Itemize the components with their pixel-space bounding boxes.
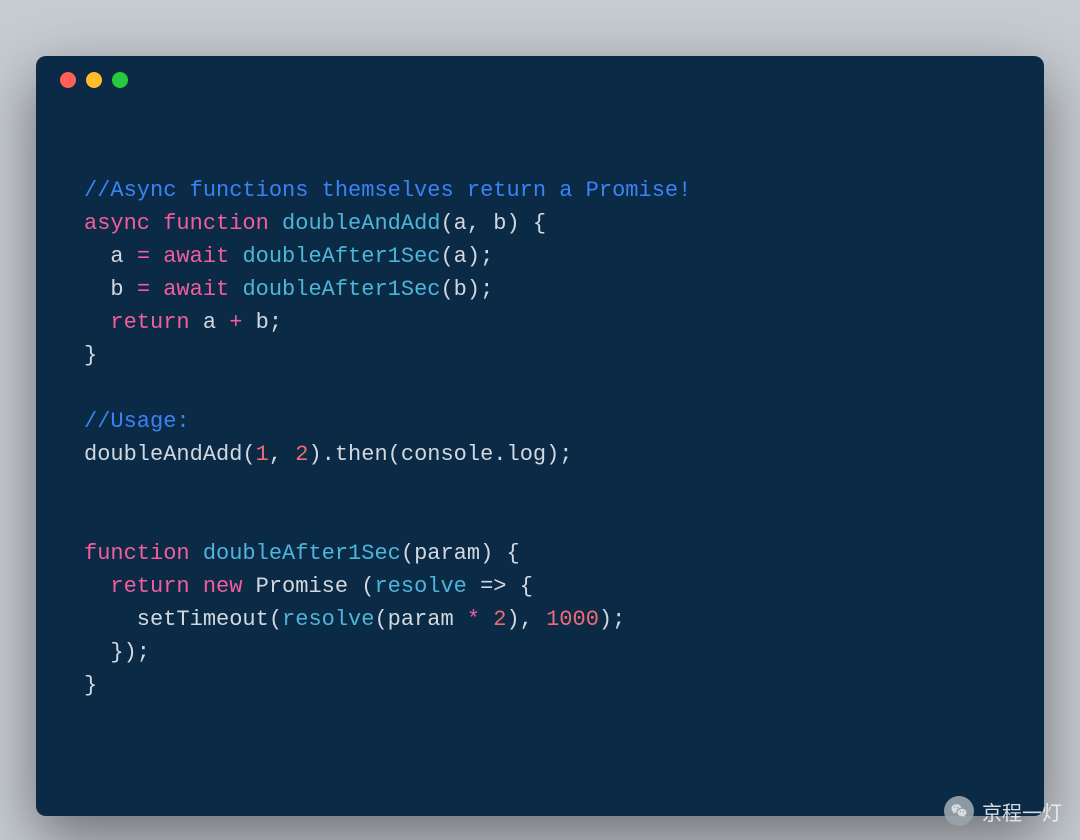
code-comment: //Usage: <box>84 409 190 434</box>
code-keyword: new <box>203 574 243 599</box>
code-text: a <box>84 244 137 269</box>
code-text: } <box>84 673 97 698</box>
code-text: => { <box>467 574 533 599</box>
code-text: b; <box>242 310 282 335</box>
code-editor: //Async functions themselves return a Pr… <box>36 104 1044 702</box>
code-number: 1000 <box>546 607 599 632</box>
code-text: ), <box>507 607 547 632</box>
watermark: 京程一灯 <box>944 796 1062 826</box>
code-identifier: doubleAndAdd <box>282 211 440 236</box>
code-text: }); <box>84 640 150 665</box>
code-text: , <box>269 442 295 467</box>
code-text: ).then(console.log); <box>308 442 572 467</box>
code-text: b <box>84 277 137 302</box>
code-keyword: await <box>163 244 229 269</box>
code-identifier: doubleAfter1Sec <box>242 277 440 302</box>
code-text: } <box>84 343 97 368</box>
code-operator: = <box>137 244 150 269</box>
code-text: (param) { <box>401 541 520 566</box>
code-text: (a); <box>440 244 493 269</box>
code-operator: * <box>467 607 480 632</box>
code-keyword: function <box>84 541 190 566</box>
code-text: (param <box>374 607 466 632</box>
wechat-icon <box>944 796 974 826</box>
code-operator: = <box>137 277 150 302</box>
code-keyword: await <box>163 277 229 302</box>
code-window: //Async functions themselves return a Pr… <box>36 56 1044 816</box>
code-number: 1 <box>256 442 269 467</box>
code-identifier: doubleAfter1Sec <box>242 244 440 269</box>
code-text: ); <box>599 607 625 632</box>
code-identifier: resolve <box>282 607 374 632</box>
code-text: (b); <box>440 277 493 302</box>
close-icon[interactable] <box>60 72 76 88</box>
code-comment: //Async functions themselves return a Pr… <box>84 178 691 203</box>
code-text: setTimeout( <box>84 607 282 632</box>
minimize-icon[interactable] <box>86 72 102 88</box>
code-keyword: async <box>84 211 150 236</box>
code-keyword: return <box>84 574 190 599</box>
code-identifier: doubleAfter1Sec <box>203 541 401 566</box>
code-text: (a, b) { <box>440 211 546 236</box>
code-operator: + <box>229 310 242 335</box>
code-text: doubleAndAdd( <box>84 442 256 467</box>
code-identifier: resolve <box>374 574 466 599</box>
code-number: 2 <box>480 607 506 632</box>
code-text: Promise ( <box>242 574 374 599</box>
code-keyword: return <box>84 310 190 335</box>
watermark-text: 京程一灯 <box>982 797 1062 826</box>
code-number: 2 <box>295 442 308 467</box>
code-keyword: function <box>163 211 269 236</box>
code-text: a <box>190 310 230 335</box>
titlebar <box>36 56 1044 104</box>
zoom-icon[interactable] <box>112 72 128 88</box>
